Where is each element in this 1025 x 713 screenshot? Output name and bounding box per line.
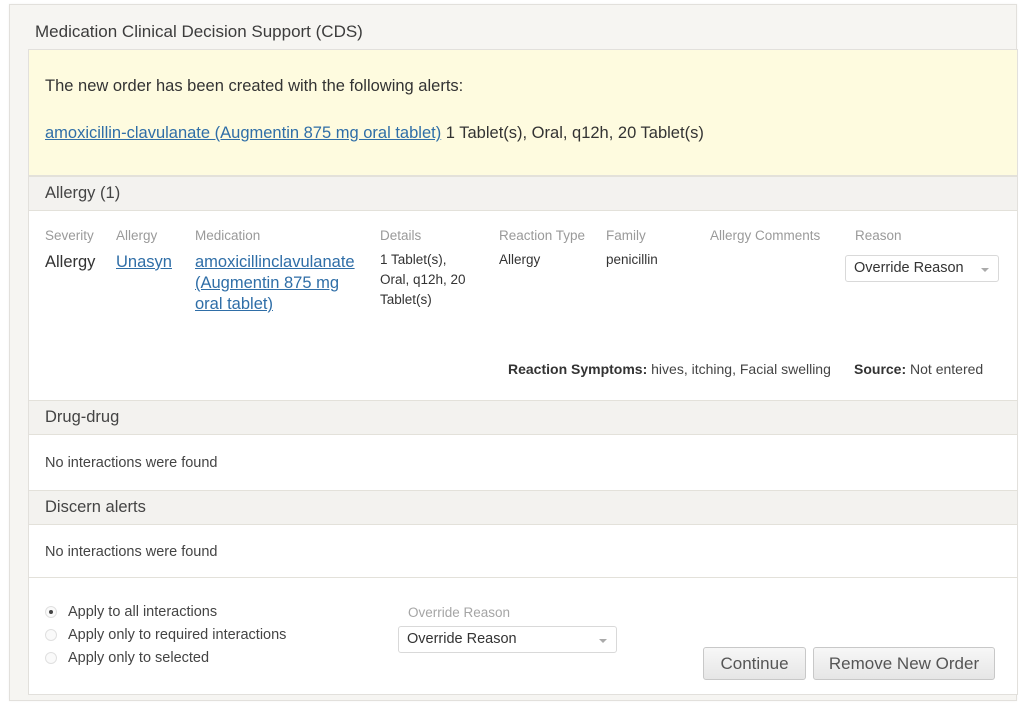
chevron-down-icon (981, 267, 989, 272)
source-value: Not entered (906, 361, 984, 377)
family-value: penicillin (606, 252, 658, 267)
medication-link-line[interactable]: amoxicillinclavulanate (195, 253, 355, 271)
details-line: Tablet(s) (380, 292, 432, 307)
radio-apply-required[interactable]: Apply only to required interactions (45, 627, 286, 643)
allergy-section-header: Allergy (1) (29, 176, 1017, 211)
col-header-reason: Reason (855, 228, 902, 243)
override-reason-select[interactable]: Override Reason (398, 626, 617, 653)
medication-link[interactable]: amoxicillinclavulanate (Augmentin 875 mg… (195, 252, 355, 315)
discern-section-header: Discern alerts (29, 490, 1017, 525)
continue-button[interactable]: Continue (703, 647, 806, 680)
override-select-value: Override Reason (407, 631, 517, 647)
reason-select-value: Override Reason (854, 260, 964, 276)
medication-link-line[interactable]: oral tablet) (195, 295, 273, 313)
remove-new-order-button[interactable]: Remove New Order (813, 647, 995, 680)
radio-apply-selected[interactable]: Apply only to selected (45, 650, 209, 666)
details-line: Oral, q12h, 20 (380, 272, 466, 287)
cds-dialog: Medication Clinical Decision Support (CD… (9, 4, 1018, 701)
allergy-name-link[interactable]: Unasyn (116, 253, 172, 271)
col-header-allergy: Allergy (116, 228, 158, 243)
reason-select[interactable]: Override Reason (845, 255, 999, 282)
radio-apply-all[interactable]: Apply to all interactions (45, 604, 217, 620)
footer-divider (29, 577, 1017, 578)
chevron-down-icon (599, 638, 607, 643)
discern-message: No interactions were found (45, 544, 218, 560)
radio-unchecked-icon[interactable] (45, 629, 57, 641)
source-label: Source: (854, 361, 907, 377)
alert-banner: The new order has been created with the … (29, 50, 1017, 176)
allergy-link[interactable]: Unasyn (116, 252, 172, 273)
severity-value: Allergy (45, 253, 96, 271)
col-header-details: Details (380, 228, 422, 243)
source: Source: Not entered (854, 361, 983, 377)
radio-checked-icon[interactable] (45, 606, 57, 618)
alert-order: amoxicillin-clavulanate (Augmentin 875 m… (45, 124, 704, 143)
col-header-medication: Medication (195, 228, 261, 243)
details-value: 1 Tablet(s), Oral, q12h, 20 Tablet(s) (380, 250, 466, 310)
radio-label: Apply to all interactions (68, 604, 218, 620)
medication-link-line[interactable]: (Augmentin 875 mg (195, 274, 339, 292)
order-link[interactable]: amoxicillin-clavulanate (Augmentin 875 m… (45, 124, 441, 142)
reaction-symptoms: Reaction Symptoms: hives, itching, Facia… (508, 361, 831, 377)
col-header-severity: Severity (45, 228, 94, 243)
reaction-symptoms-label: Reaction Symptoms: (508, 361, 648, 377)
override-reason-label: Override Reason (408, 605, 511, 620)
col-header-family: Family (606, 228, 646, 243)
drug-drug-section-header: Drug-drug (29, 400, 1017, 435)
drug-drug-message: No interactions were found (45, 455, 218, 471)
reaction-type-value: Allergy (499, 252, 541, 267)
radio-label: Apply only to required interactions (68, 627, 287, 643)
order-details: 1 Tablet(s), Oral, q12h, 20 Tablet(s) (441, 124, 704, 142)
col-header-allergy-comments: Allergy Comments (710, 228, 821, 243)
dialog-title: Medication Clinical Decision Support (CD… (35, 22, 363, 41)
details-line: 1 Tablet(s), (380, 252, 447, 267)
col-header-reaction-type: Reaction Type (499, 228, 586, 243)
reaction-symptoms-value: hives, itching, Facial swelling (647, 361, 831, 377)
dialog-content: The new order has been created with the … (28, 49, 1018, 695)
radio-label: Apply only to selected (68, 650, 210, 666)
radio-unchecked-icon[interactable] (45, 652, 57, 664)
alert-message: The new order has been created with the … (45, 77, 464, 95)
